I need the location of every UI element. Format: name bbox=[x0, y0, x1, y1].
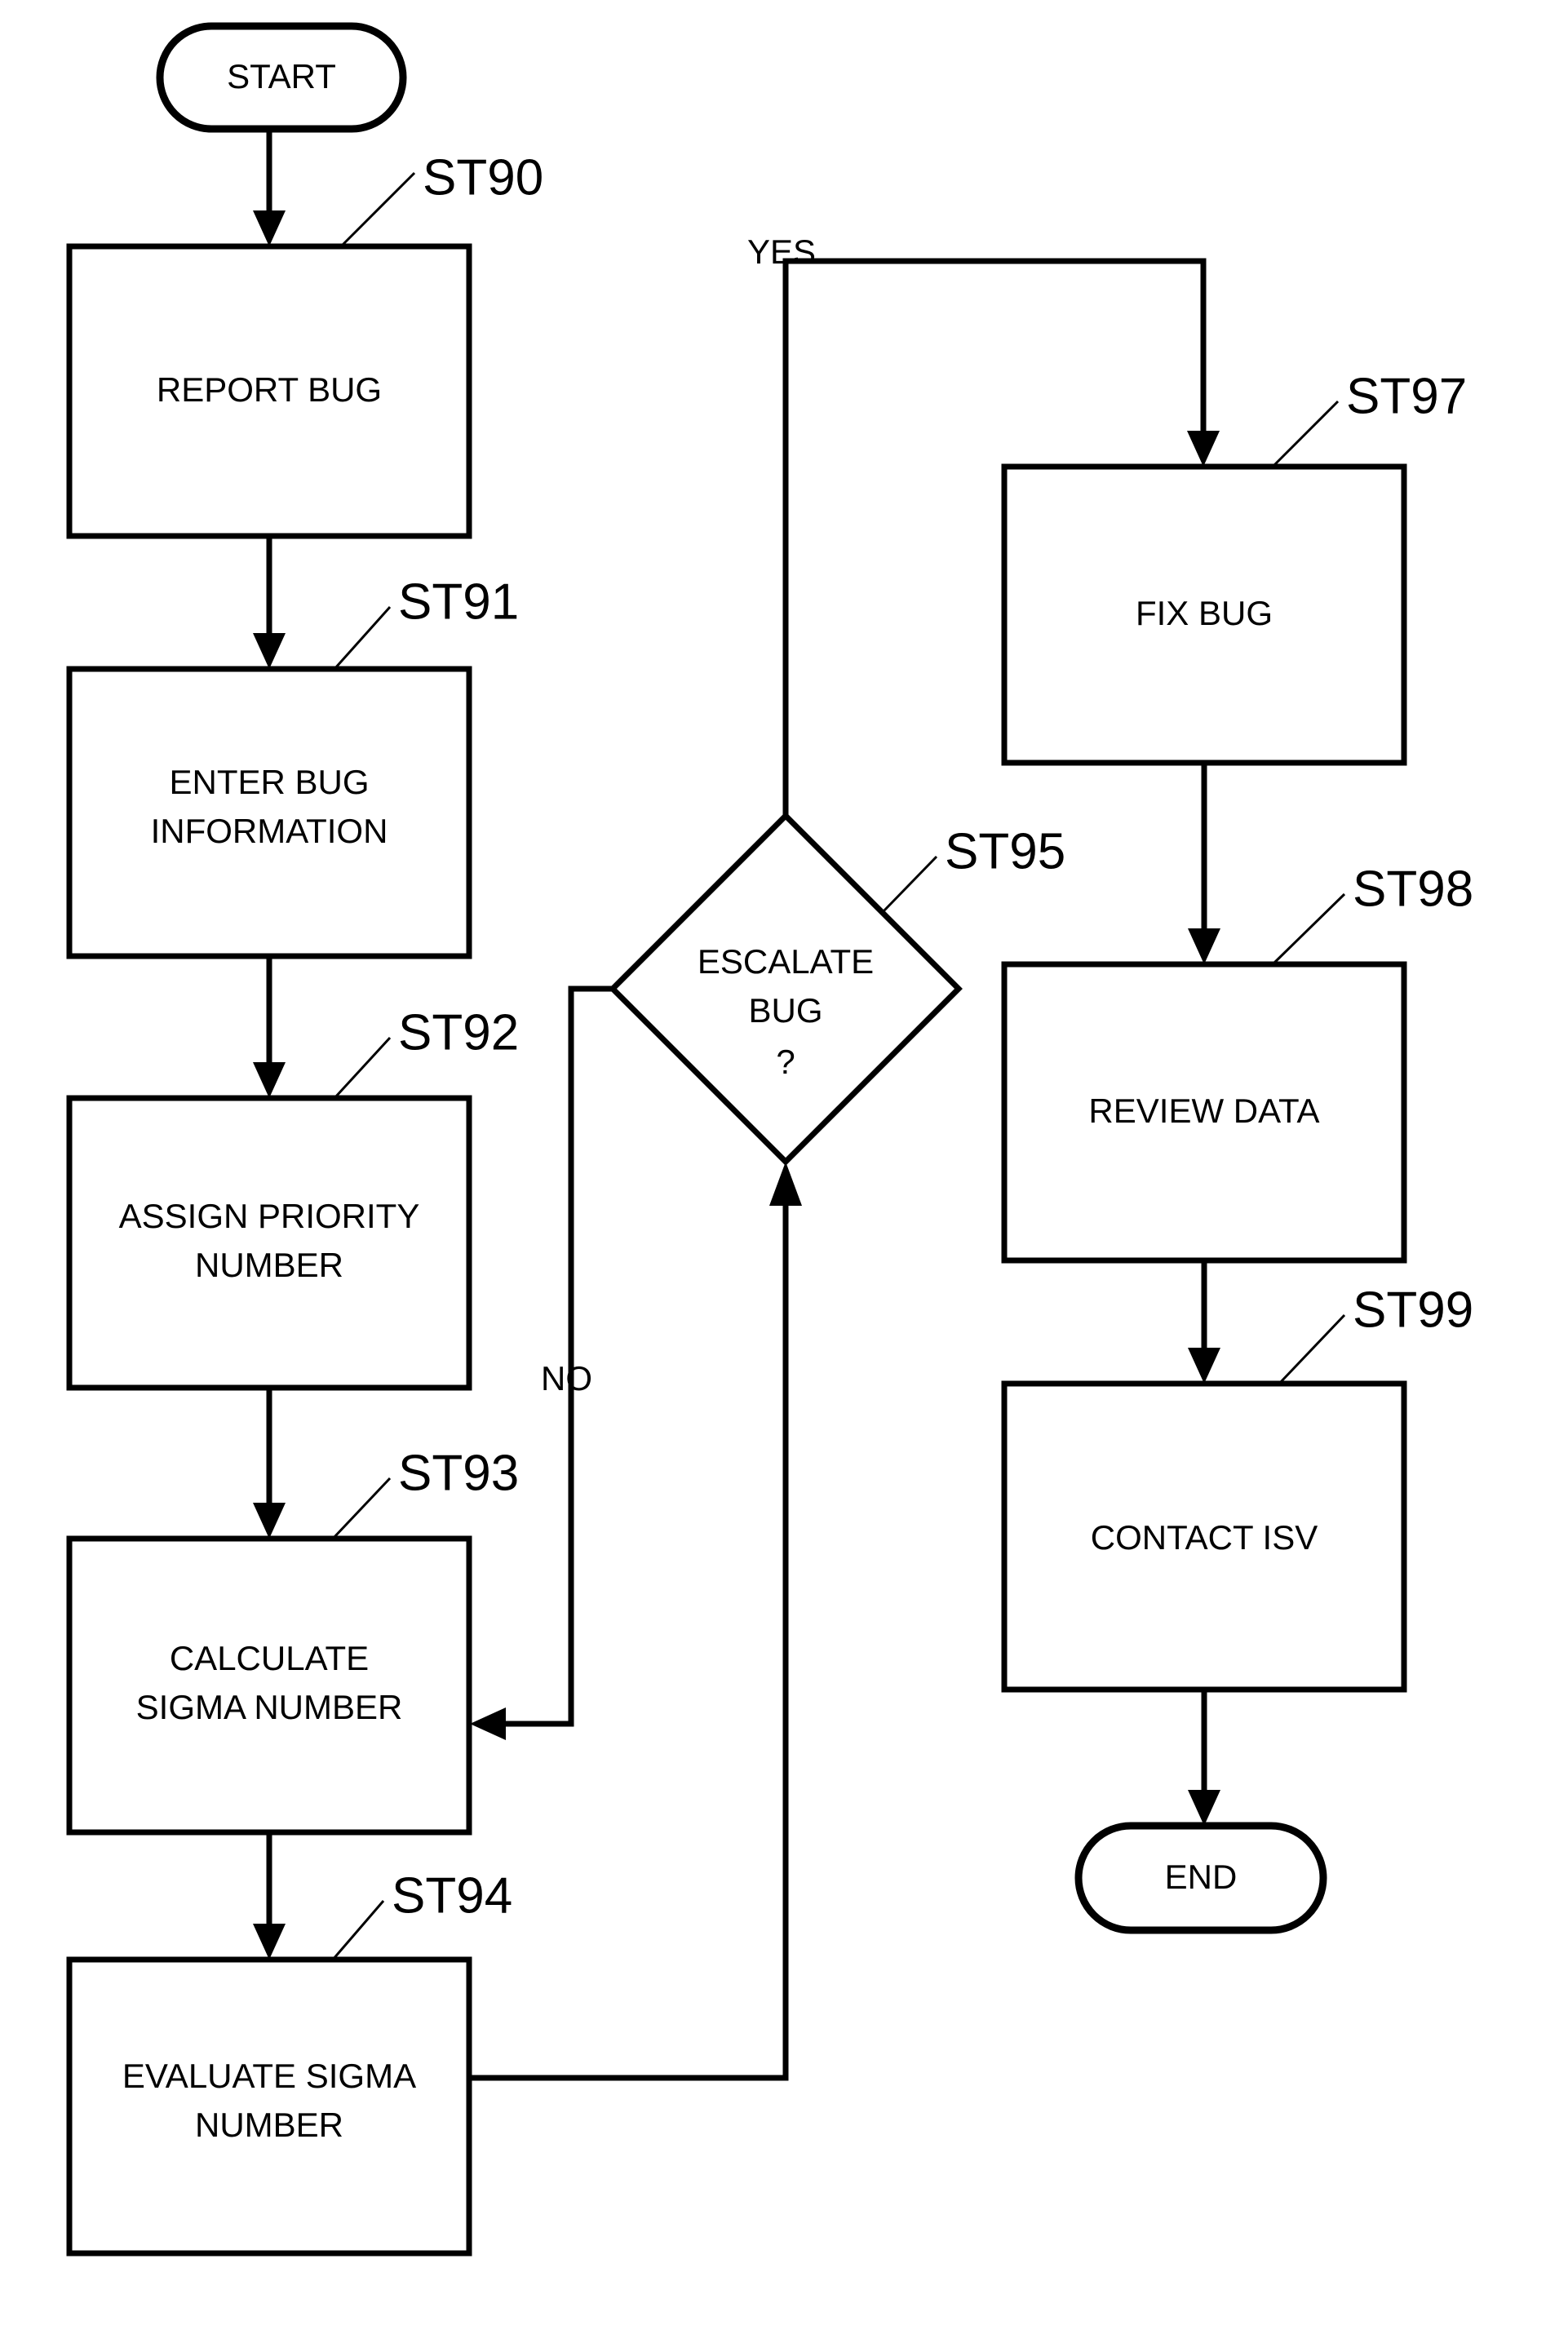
ref-label-st97: ST97 bbox=[1346, 368, 1467, 424]
ref-label-st95: ST95 bbox=[945, 823, 1065, 879]
node-st95[interactable]: ESCALATE BUG ? bbox=[609, 812, 963, 1166]
connector-st90-to-st91 bbox=[253, 536, 286, 669]
st92-box-label-line2: NUMBER bbox=[195, 1246, 343, 1284]
ref-leader-st90 bbox=[339, 171, 416, 248]
ref-label-st99: ST99 bbox=[1353, 1282, 1473, 1338]
connector-st93-to-st94 bbox=[253, 1832, 286, 1960]
flowchart-page: START REPORT BUG ST90 ENTER BUG INFORMAT… bbox=[0, 0, 1568, 2343]
connector-start-to-st90 bbox=[253, 129, 286, 246]
ref-leader-st91 bbox=[333, 605, 392, 671]
branch-label-no: NO bbox=[541, 1359, 592, 1397]
ref-leader-st95 bbox=[881, 855, 938, 914]
ref-label-st91: ST91 bbox=[398, 574, 519, 630]
st95-diamond-shape bbox=[609, 812, 963, 1166]
st93-box-label-line2: SIGMA NUMBER bbox=[136, 1688, 403, 1726]
ref-leader-st94 bbox=[331, 1900, 385, 1960]
node-st93[interactable]: CALCULATE SIGMA NUMBER bbox=[66, 1535, 472, 1836]
node-st98[interactable]: REVIEW DATA bbox=[1001, 961, 1407, 1264]
node-st92[interactable]: ASSIGN PRIORITY NUMBER bbox=[66, 1095, 472, 1391]
st97-box-label: FIX BUG bbox=[1136, 594, 1273, 632]
st95-diamond-label-line1: ESCALATE bbox=[698, 942, 874, 981]
st90-box-label: REPORT BUG bbox=[157, 370, 382, 409]
ref-label-st94: ST94 bbox=[392, 1867, 512, 1924]
ref-leader-st92 bbox=[333, 1036, 392, 1100]
ref-leader-st98 bbox=[1271, 892, 1346, 966]
ref-label-st92: ST92 bbox=[398, 1004, 519, 1061]
st91-box-label-line1: ENTER BUG bbox=[169, 763, 369, 801]
st93-box-shape bbox=[66, 1535, 472, 1836]
st95-diamond-label-line2: BUG bbox=[748, 991, 822, 1030]
connector-st99-to-end bbox=[1188, 1690, 1220, 1826]
node-end[interactable]: END bbox=[1074, 1822, 1327, 1934]
node-st99[interactable]: CONTACT ISV bbox=[1001, 1380, 1407, 1693]
st93-box-label-line1: CALCULATE bbox=[170, 1639, 369, 1677]
st94-box-label-line2: NUMBER bbox=[195, 2106, 343, 2144]
connector-st98-to-st99 bbox=[1188, 1260, 1220, 1384]
node-st91[interactable]: ENTER BUG INFORMATION bbox=[66, 666, 472, 959]
st94-box-label-line1: EVALUATE SIGMA bbox=[122, 2057, 416, 2095]
st99-box-label: CONTACT ISV bbox=[1091, 1518, 1318, 1557]
ref-label-st90: ST90 bbox=[423, 149, 543, 206]
end-terminal-label: END bbox=[1165, 1858, 1238, 1896]
node-st97[interactable]: FIX BUG bbox=[1001, 463, 1407, 766]
st98-box-label: REVIEW DATA bbox=[1088, 1092, 1319, 1130]
node-st94[interactable]: EVALUATE SIGMA NUMBER bbox=[66, 1956, 472, 2257]
ref-leader-st93 bbox=[331, 1477, 392, 1540]
ref-label-st93: ST93 bbox=[398, 1445, 519, 1501]
st95-diamond-label-line3: ? bbox=[776, 1043, 795, 1081]
node-start[interactable]: START bbox=[156, 22, 407, 133]
start-terminal-label: START bbox=[227, 57, 336, 95]
ref-leader-st97 bbox=[1271, 400, 1340, 468]
flowchart-canvas: START REPORT BUG ST90 ENTER BUG INFORMAT… bbox=[66, 22, 1473, 2257]
connector-st91-to-st92 bbox=[253, 956, 286, 1098]
connector-st94-to-st95 bbox=[469, 1162, 802, 2081]
ref-label-st98: ST98 bbox=[1353, 861, 1473, 917]
st92-box-label-line1: ASSIGN PRIORITY bbox=[119, 1197, 420, 1235]
ref-leader-st99 bbox=[1278, 1313, 1346, 1385]
node-st90[interactable]: REPORT BUG bbox=[66, 243, 472, 539]
st92-box-shape bbox=[66, 1095, 472, 1391]
connector-st92-to-st93 bbox=[253, 1388, 286, 1539]
branch-label-yes: YES bbox=[747, 233, 816, 271]
connector-st97-to-st98 bbox=[1188, 763, 1220, 964]
st91-box-label-line2: INFORMATION bbox=[151, 812, 388, 850]
